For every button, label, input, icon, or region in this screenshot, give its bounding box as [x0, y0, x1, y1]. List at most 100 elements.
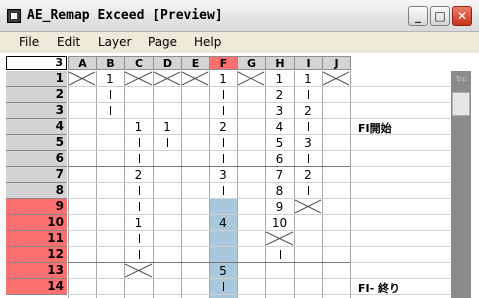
maximize-button[interactable]: □ [430, 6, 450, 26]
hold-dash [308, 186, 309, 195]
row-header-4[interactable]: 4 [6, 119, 67, 135]
row-header-2[interactable]: 2 [6, 87, 67, 103]
cell-value[interactable]: 2 [265, 88, 294, 102]
row-header-11[interactable]: 11 [6, 231, 67, 247]
cell-value[interactable]: 1 [209, 72, 237, 86]
row-header-12[interactable]: 12 [6, 247, 67, 263]
column-header-j[interactable]: J [322, 56, 351, 70]
cell-value[interactable]: 5 [265, 136, 294, 150]
row-header-9[interactable]: 9 [6, 199, 67, 215]
memo-row-line [351, 86, 450, 87]
hold-dash [139, 138, 140, 147]
grid-row-line [68, 278, 350, 279]
menu-edit[interactable]: Edit [57, 35, 80, 49]
grid-row-line [68, 214, 350, 215]
cell-value[interactable]: 3 [294, 136, 322, 150]
cell-value[interactable]: 1 [96, 72, 124, 86]
menu-help[interactable]: Help [194, 35, 221, 49]
hold-dash [280, 250, 281, 259]
grid-row-line [68, 102, 350, 103]
hold-dash [167, 138, 168, 147]
menu-file[interactable]: File [19, 35, 39, 49]
menu-layer[interactable]: Layer [98, 35, 131, 49]
hold-dash [110, 106, 111, 115]
empty-cell-mark[interactable] [322, 71, 350, 86]
empty-cell-mark[interactable] [181, 71, 209, 86]
cell-value[interactable]: 1 [124, 216, 153, 230]
cell-value[interactable]: 4 [209, 216, 237, 230]
hold-dash [110, 90, 111, 99]
cell-value[interactable]: 8 [265, 184, 294, 198]
row-header-8[interactable]: 8 [6, 183, 67, 199]
column-header-d[interactable]: D [153, 56, 182, 70]
hold-dash [139, 250, 140, 259]
hold-dash [223, 106, 224, 115]
empty-cell-mark[interactable] [68, 71, 96, 86]
grid-column-line [237, 71, 238, 298]
memo-column[interactable] [350, 71, 449, 298]
column-header-h[interactable]: H [265, 56, 295, 70]
cell-value[interactable]: 1 [153, 120, 181, 134]
grid-column-line [350, 71, 351, 298]
cell-value[interactable]: 7 [265, 168, 294, 182]
row-header-5[interactable]: 5 [6, 135, 67, 151]
window-title: AE_Remap Exceed [Preview] [27, 8, 223, 23]
cell-value[interactable]: 2 [209, 120, 237, 134]
cell-value[interactable]: 5 [209, 264, 237, 278]
empty-cell-mark[interactable] [237, 71, 265, 86]
empty-cell-mark[interactable] [124, 263, 153, 278]
row-header-7[interactable]: 7 [6, 167, 67, 183]
hold-dash [139, 154, 140, 163]
minimize-button[interactable]: _ [408, 6, 428, 26]
cell-value[interactable]: 1 [294, 72, 322, 86]
grid-row-line [68, 118, 350, 119]
cell-value[interactable]: 3 [209, 168, 237, 182]
cell-value[interactable]: 10 [265, 216, 294, 230]
frame-input[interactable]: 3 [6, 56, 67, 70]
empty-cell-mark[interactable] [153, 71, 181, 86]
cell-value[interactable]: 4 [265, 120, 294, 134]
close-button[interactable]: ✕ [452, 6, 472, 26]
timesheet-grid[interactable]: 3 Top A B C D E F G H I J 1 2 3 4 5 6 7 8 9 10 11 12 13 14 1 1 1 1 2… [0, 53, 479, 298]
cell-value[interactable]: 3 [265, 104, 294, 118]
grid-row-line [68, 294, 350, 295]
memo-row-line [351, 262, 450, 263]
cell-value[interactable]: 6 [265, 152, 294, 166]
cell-value[interactable]: 9 [265, 200, 294, 214]
empty-cell-mark[interactable] [124, 71, 153, 86]
memo-text[interactable]: FI- 終り [358, 280, 400, 296]
row-header-1[interactable]: 1 [6, 71, 67, 87]
memo-text[interactable]: FI開始 [358, 120, 392, 136]
hold-dash [308, 122, 309, 131]
memo-row-line [351, 214, 450, 215]
column-header-c[interactable]: C [124, 56, 154, 70]
column-header-i[interactable]: I [294, 56, 323, 70]
column-header-e[interactable]: E [181, 56, 210, 70]
scroll-thumb[interactable] [452, 92, 470, 116]
hold-dash [223, 154, 224, 163]
memo-row-line [351, 198, 450, 199]
cell-value[interactable]: 1 [124, 120, 153, 134]
hold-dash [223, 138, 224, 147]
hold-dash [139, 202, 140, 211]
grid-row-line [68, 150, 350, 151]
column-header-b[interactable]: B [96, 56, 125, 70]
row-header-3[interactable]: 3 [6, 103, 67, 119]
row-header-6[interactable]: 6 [6, 151, 67, 167]
grid-row-line [68, 246, 350, 247]
row-header-14[interactable]: 14 [6, 279, 67, 295]
row-header-10[interactable]: 10 [6, 215, 67, 231]
menu-page[interactable]: Page [148, 35, 177, 49]
column-header-g[interactable]: G [237, 56, 266, 70]
column-header-a[interactable]: A [68, 56, 97, 70]
column-header-f[interactable]: F [209, 56, 238, 70]
cell-value[interactable]: 2 [294, 104, 322, 118]
empty-cell-mark[interactable] [265, 231, 294, 246]
empty-cell-mark[interactable] [294, 199, 322, 214]
grid-row-line [68, 86, 350, 87]
grid-column-line [181, 71, 182, 298]
cell-value[interactable]: 2 [124, 168, 153, 182]
cell-value[interactable]: 1 [265, 72, 294, 86]
row-header-13[interactable]: 13 [6, 263, 67, 279]
cell-value[interactable]: 2 [294, 168, 322, 182]
